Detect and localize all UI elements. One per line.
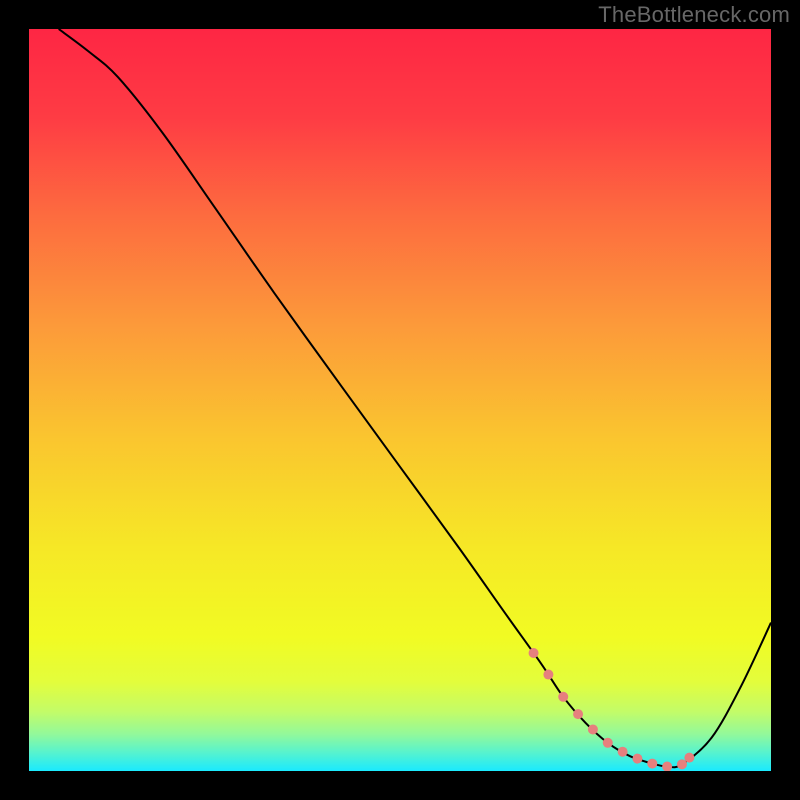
curve-marker (632, 754, 642, 764)
chart-frame: TheBottleneck.com (0, 0, 800, 800)
plot-area (29, 29, 771, 771)
curve-marker (588, 724, 598, 734)
gradient-background (29, 29, 771, 771)
bottleneck-curve-chart (29, 29, 771, 771)
curve-marker (603, 738, 613, 748)
curve-marker (558, 692, 568, 702)
curve-marker (529, 648, 539, 658)
curve-marker (573, 709, 583, 719)
curve-marker (618, 747, 628, 757)
curve-marker (647, 759, 657, 769)
curve-marker (677, 759, 687, 769)
curve-marker (543, 670, 553, 680)
watermark-text: TheBottleneck.com (598, 2, 790, 28)
curve-marker (684, 753, 694, 763)
